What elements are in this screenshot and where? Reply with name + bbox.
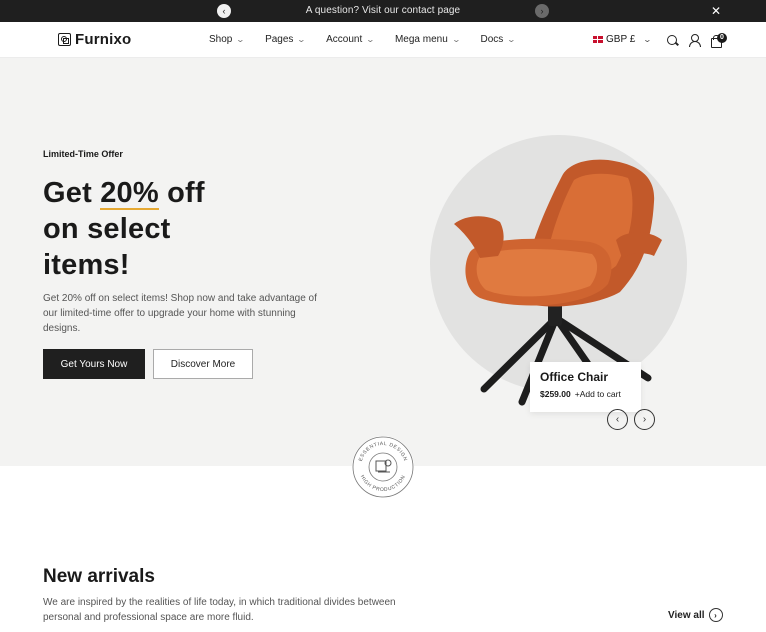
headline-post: off: [158, 177, 205, 209]
hero-section: Limited-Time Offer Get 20% off on select…: [0, 58, 766, 466]
close-icon[interactable]: ✕: [711, 4, 721, 18]
nav-item-mega-menu[interactable]: Mega menu ⌄: [394, 34, 461, 45]
new-arrivals-title: New arrivals: [43, 566, 155, 587]
nav-item-shop[interactable]: Shop ⌄: [209, 34, 246, 45]
chevron-down-icon: ⌄: [506, 35, 517, 44]
chevron-down-icon: ⌄: [236, 35, 246, 44]
main-nav: Shop ⌄ Pages ⌄ Account ⌄ Mega menu ⌄ Docs ⌄: [209, 34, 536, 45]
view-all-link[interactable]: View all ›: [668, 608, 723, 622]
get-yours-now-button[interactable]: Get Yours Now: [43, 349, 145, 379]
logo-icon: [58, 33, 71, 46]
chevron-down-icon: ⌄: [451, 35, 461, 44]
user-icon[interactable]: [688, 34, 701, 47]
uk-flag-icon: [593, 36, 603, 43]
currency-selector[interactable]: GBP £ ⌄: [593, 34, 653, 45]
product-price: $259.00: [540, 389, 571, 399]
announcement-bar: ‹ A question? Visit our contact page › ✕: [0, 0, 766, 22]
brand-name: Furnixo: [75, 31, 132, 48]
hero-description: Get 20% off on select items! Shop now an…: [43, 293, 317, 334]
headline-accent: 20%: [100, 177, 159, 210]
headline-line-3: items!: [43, 249, 130, 281]
currency-label: GBP £: [606, 34, 636, 45]
add-to-cart-link[interactable]: +Add to cart: [575, 389, 621, 399]
badge-graphic: ESSENTIAL DESIGN HIGH PRODUCTION: [352, 436, 414, 498]
nav-item-pages[interactable]: Pages ⌄: [265, 34, 307, 45]
brand-logo[interactable]: Furnixo: [58, 31, 131, 48]
announcement-next-button[interactable]: ›: [535, 4, 549, 18]
nav-item-docs[interactable]: Docs ⌄: [480, 34, 517, 45]
nav-item-account[interactable]: Account ⌄: [326, 34, 376, 45]
slider-next-button[interactable]: ›: [634, 409, 655, 430]
product-name: Office Chair: [540, 370, 609, 384]
hero-eyebrow: Limited-Time Offer: [43, 149, 123, 159]
arrow-right-icon: ›: [708, 608, 723, 622]
new-arrivals-description: We are inspired by the realities of life…: [43, 597, 396, 623]
view-all-label: View all: [668, 609, 705, 621]
slider-prev-button[interactable]: ‹: [607, 409, 628, 430]
announcement-message[interactable]: A question? Visit our contact page: [0, 5, 766, 16]
discover-more-button[interactable]: Discover More: [153, 349, 253, 379]
essential-design-badge: ESSENTIAL DESIGN HIGH PRODUCTION: [352, 436, 414, 498]
search-icon[interactable]: [666, 34, 679, 47]
nav-label: Account: [326, 34, 363, 45]
chevron-down-icon: ⌄: [642, 35, 653, 44]
nav-label: Shop: [209, 34, 233, 45]
office-chair-image: [454, 159, 662, 406]
chevron-right-icon: ›: [540, 6, 544, 16]
cart-count-badge: 0: [717, 33, 727, 43]
nav-label: Pages: [265, 34, 294, 45]
chevron-down-icon: ⌄: [365, 35, 376, 44]
headline-pre: Get: [43, 177, 101, 209]
chevron-left-icon: ‹: [615, 414, 620, 425]
site-header: Furnixo Shop ⌄ Pages ⌄ Account ⌄ Mega menu ⌄…: [0, 22, 766, 58]
hero-headline: Get 20% off on select items!: [43, 175, 205, 283]
headline-line-2: on select: [43, 213, 171, 245]
nav-label: Docs: [480, 34, 504, 45]
product-card[interactable]: Office Chair $259.00 +Add to cart: [530, 362, 641, 412]
nav-label: Mega menu: [394, 34, 448, 45]
chevron-right-icon: ›: [642, 414, 647, 425]
chevron-down-icon: ⌄: [297, 35, 307, 44]
